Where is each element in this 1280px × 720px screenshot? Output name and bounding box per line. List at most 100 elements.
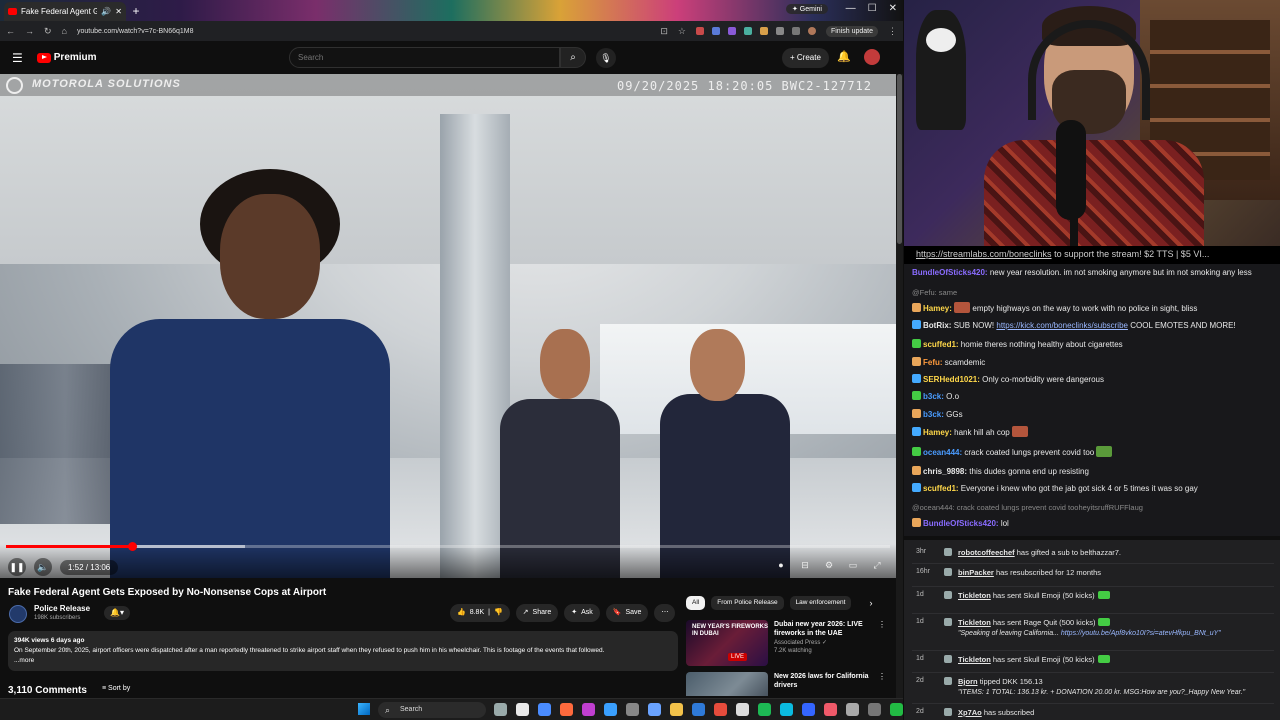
description-box[interactable]: 394K views 6 days ago On September 20th,… — [8, 631, 678, 671]
autoplay-toggle-icon[interactable]: ● — [774, 558, 788, 572]
chat-username[interactable]: BundleOfSticks420: — [912, 268, 988, 277]
taskbar-app-icon[interactable] — [824, 703, 837, 716]
taskbar-app-icon[interactable] — [582, 703, 595, 716]
chat-username[interactable]: scuffed1: — [923, 484, 959, 493]
pause-button[interactable]: ❚❚ — [8, 558, 26, 576]
browser-tab-active[interactable]: Fake Federal Agent Gets Ex 🔊 ✕ — [4, 2, 126, 21]
thumbs-down-icon[interactable]: 👎 — [494, 604, 503, 622]
volume-button[interactable]: 🔈 — [34, 558, 52, 576]
home-icon[interactable]: ⌂ — [62, 26, 67, 36]
taskbar-app-icon[interactable] — [494, 703, 507, 716]
profile-avatar-icon[interactable] — [807, 27, 816, 35]
settings-gear-icon[interactable]: ⚙ — [822, 558, 836, 572]
taskbar-app-icon[interactable] — [516, 703, 529, 716]
chat-username[interactable]: SERHedd1021: — [923, 375, 980, 384]
taskbar-app-icon[interactable] — [736, 703, 749, 716]
scrubber-handle[interactable] — [127, 542, 137, 551]
taskbar-search[interactable]: Search — [378, 702, 486, 718]
tab-close-icon[interactable]: ✕ — [115, 7, 122, 16]
save-button[interactable]: 🔖 Save — [605, 604, 649, 622]
taskbar-app-icon[interactable] — [868, 703, 881, 716]
related-thumbnail[interactable]: NEW YEAR'S FIREWORKS IN DUBAI LIVE — [686, 620, 768, 666]
windows-start-icon[interactable] — [358, 703, 370, 715]
search-button[interactable]: ⌕ — [560, 47, 586, 68]
voice-search-button[interactable]: 🎙 — [596, 48, 616, 68]
chat-username[interactable]: BotRix: — [923, 321, 951, 330]
extension-icon[interactable] — [727, 27, 736, 35]
chat-username[interactable]: scuffed1: — [923, 340, 959, 349]
related-thumbnail[interactable] — [686, 672, 768, 696]
share-button[interactable]: ↗ Share — [515, 604, 559, 622]
extension-icon[interactable] — [759, 27, 768, 35]
event-username[interactable]: Tickleton — [958, 591, 991, 600]
search-input[interactable] — [298, 53, 559, 62]
browser-menu-icon[interactable]: ⋮ — [888, 26, 897, 37]
related-video[interactable]: NEW YEAR'S FIREWORKS IN DUBAI LIVE Dubai… — [686, 620, 886, 668]
taskbar-app-icon[interactable] — [780, 703, 793, 716]
video-player[interactable]: MOTOROLA SOLUTIONS 09/20/2025 18:20:05 B… — [0, 74, 896, 578]
taskbar-app-icon[interactable] — [626, 703, 639, 716]
chat-username[interactable]: BundleOfSticks420: — [923, 519, 999, 528]
event-username[interactable]: robotcoffeechef — [958, 548, 1015, 557]
captions-icon[interactable]: ⊟ — [798, 558, 812, 572]
taskbar-app-icon[interactable] — [538, 703, 551, 716]
extension-icon[interactable] — [743, 27, 752, 35]
bookmark-star-icon[interactable]: ☆ — [678, 26, 686, 37]
notifications-bell-icon[interactable]: 🔔 — [837, 50, 851, 63]
youtube-logo[interactable]: Premium — [36, 52, 97, 63]
gemini-button[interactable]: ✦ Gemini — [786, 4, 828, 14]
progress-bar[interactable] — [6, 542, 890, 551]
chip-law-enforcement[interactable]: Law enforcement — [789, 596, 852, 610]
chat-username[interactable]: ocean444: — [923, 448, 962, 457]
back-icon[interactable]: ← — [6, 26, 15, 36]
finish-update-button[interactable]: Finish update — [825, 25, 878, 37]
forward-icon[interactable]: → — [25, 26, 34, 36]
chat-username[interactable]: Hamey: — [923, 304, 952, 313]
page-scrollbar[interactable] — [896, 74, 903, 698]
chat-username[interactable]: b3ck: — [923, 410, 944, 419]
related-title[interactable]: New 2026 laws for California drivers — [774, 672, 874, 690]
taskbar-app-icon[interactable] — [692, 703, 705, 716]
event-username[interactable]: binPacker — [958, 568, 994, 577]
related-video[interactable]: New 2026 laws for California drivers ⋮ — [686, 672, 886, 696]
taskbar-app-icon[interactable] — [648, 703, 661, 716]
install-icon[interactable]: ⊡ — [660, 26, 668, 37]
taskbar-app-icon[interactable] — [714, 703, 727, 716]
event-message-link[interactable]: https://youtu.be/Apf8vko10I?si=atevHfkpu… — [1061, 630, 1221, 637]
extension-icon[interactable] — [791, 27, 800, 35]
menu-icon[interactable]: ☰ — [12, 51, 23, 65]
extension-icon[interactable] — [775, 27, 784, 35]
chip-from-channel[interactable]: From Police Release — [711, 596, 784, 610]
taskbar-app-icon[interactable] — [846, 703, 859, 716]
minimize-button[interactable]: — — [846, 3, 856, 14]
related-title[interactable]: Dubai new year 2026: LIVE fireworks in t… — [774, 620, 874, 638]
tab-audio-icon[interactable]: 🔊 — [101, 7, 111, 16]
extension-icon[interactable] — [695, 27, 704, 35]
subscription-bell-button[interactable]: 🔔▾ — [104, 606, 130, 620]
maximize-button[interactable]: ☐ — [868, 3, 877, 14]
chat-username[interactable]: Fefu: — [923, 358, 943, 367]
reload-icon[interactable]: ↻ — [44, 26, 52, 37]
event-username[interactable]: Tickleton — [958, 618, 991, 627]
kebab-menu-icon[interactable]: ⋮ — [878, 672, 886, 681]
chat-username[interactable]: b3ck: — [923, 392, 944, 401]
channel-name[interactable]: Police Release — [34, 604, 90, 613]
event-username[interactable]: Tickleton — [958, 655, 991, 664]
account-avatar[interactable] — [864, 49, 880, 65]
more-actions-button[interactable]: ⋯ — [654, 604, 676, 622]
url-field[interactable]: youtube.com/watch?v=7c-BN66q1M8 — [77, 28, 194, 35]
taskbar-app-icon[interactable] — [670, 703, 683, 716]
description-more-link[interactable]: ...more — [14, 656, 672, 666]
ask-button[interactable]: ✦ Ask — [564, 604, 600, 622]
taskbar-app-icon[interactable] — [802, 703, 815, 716]
chip-all[interactable]: All — [686, 596, 706, 610]
chevron-right-icon[interactable]: › — [869, 598, 872, 608]
extension-icon[interactable] — [711, 27, 720, 35]
chat-link[interactable]: https://kick.com/boneclinks/subscribe — [996, 321, 1128, 330]
close-window-button[interactable]: ✕ — [889, 3, 897, 14]
event-username[interactable]: Xp7Ao — [958, 708, 982, 717]
channel-avatar[interactable] — [9, 605, 27, 623]
banner-link[interactable]: https://streamlabs.com/boneclinks — [916, 249, 1052, 259]
kebab-menu-icon[interactable]: ⋮ — [878, 620, 886, 629]
new-tab-button[interactable]: + — [129, 4, 143, 18]
